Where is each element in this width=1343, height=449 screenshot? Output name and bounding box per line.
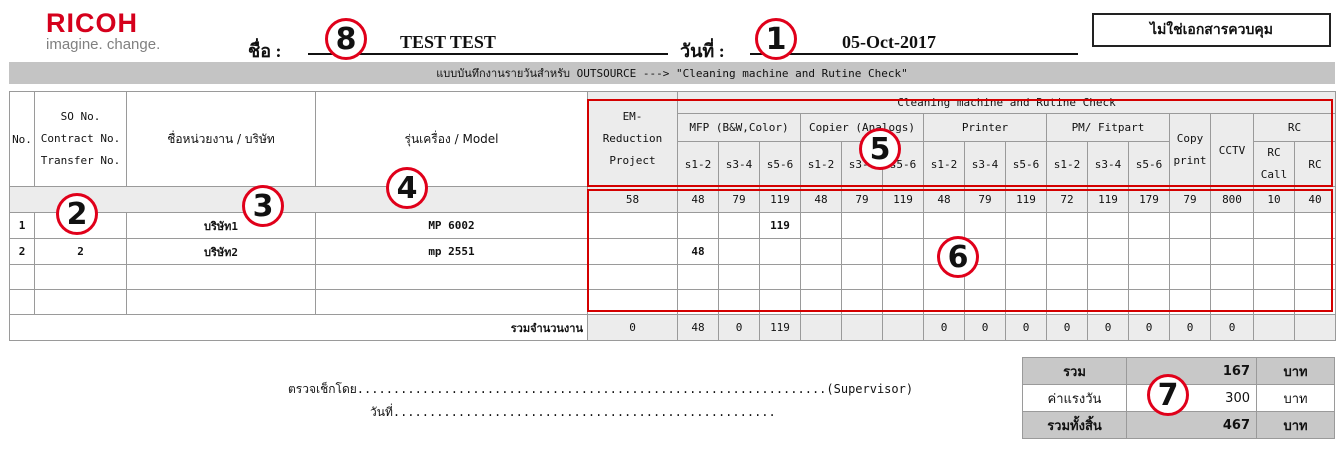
marker-circle-8: 8 <box>325 18 367 60</box>
totals-label: รวมจำนวนงาน <box>9 314 588 341</box>
marker-circle-6: 6 <box>937 236 979 278</box>
total-cell: 0 <box>718 314 760 341</box>
summary-wage-value: 300 <box>1126 384 1257 412</box>
total-cell: 0 <box>1087 314 1129 341</box>
uncontrolled-document-badge: ไม่ใช่เอกสารควบคุม <box>1092 13 1331 47</box>
total-cell: 0 <box>1128 314 1170 341</box>
col-model-header: รุ่นเครื่อง / Model <box>315 91 588 187</box>
summary-grand-unit: บาท <box>1256 411 1335 439</box>
ricoh-logo: RICOH <box>46 8 138 38</box>
row-no: 1 <box>9 212 35 239</box>
name-value: TEST TEST <box>400 32 496 52</box>
name-underline <box>308 53 668 55</box>
total-cell: 0 <box>1169 314 1211 341</box>
marker-circle-4: 4 <box>386 167 428 209</box>
col-no-header: No. <box>9 91 35 187</box>
name-label: ชื่อ : <box>248 41 282 61</box>
date-underline <box>750 53 1078 55</box>
row-company: บริษัท2 <box>126 238 316 265</box>
summary-wage-unit: บาท <box>1256 384 1335 412</box>
total-cell <box>1294 314 1336 341</box>
summary-wage-label: ค่าแรงวัน <box>1022 384 1127 412</box>
col-company-header: ชื่อหน่วยงาน / บริษัท <box>126 91 316 187</box>
total-cell <box>1253 314 1295 341</box>
form-title: แบบบันทึกงานรายวันสำหรับ OUTSOURCE ---> … <box>9 62 1335 84</box>
summary-total-unit: บาท <box>1256 357 1335 385</box>
checked-by-line: ตรวจเช็กโดย.............................… <box>288 382 914 396</box>
summary-grand-label: รวมทั้งสิ้น <box>1022 411 1127 439</box>
marker-circle-1: 1 <box>755 18 797 60</box>
row-model: MP 6002 <box>315 212 588 239</box>
summary-total-label: รวม <box>1022 357 1127 385</box>
row-company: บริษัท1 <box>126 212 316 239</box>
marker-circle-3: 3 <box>242 185 284 227</box>
date-value: 05-Oct-2017 <box>842 32 936 52</box>
total-cell: 119 <box>759 314 801 341</box>
total-cell: 0 <box>964 314 1006 341</box>
marker-circle-7: 7 <box>1147 374 1189 416</box>
totals-row: รวมจำนวนงาน 0 48 0 119 0 0 0 0 0 0 0 0 <box>9 314 1336 341</box>
ricoh-tagline: imagine. change. <box>46 36 161 53</box>
row-model: mp 2551 <box>315 238 588 265</box>
total-cell: 0 <box>923 314 965 341</box>
header-highlight-box <box>587 99 1333 187</box>
total-cell: 0 <box>1046 314 1088 341</box>
marker-circle-5: 5 <box>859 128 901 170</box>
total-cell: 48 <box>677 314 719 341</box>
total-cell <box>841 314 883 341</box>
date-label: วันที่ : <box>680 41 725 61</box>
total-cell <box>882 314 924 341</box>
check-date-line: วันที่..................................… <box>370 405 776 419</box>
total-cell: 0 <box>1210 314 1254 341</box>
col-so-header: SO No. Contract No. Transfer No. <box>34 91 127 187</box>
row-so: 2 <box>34 238 127 265</box>
total-cell: 0 <box>587 314 678 341</box>
total-cell <box>800 314 842 341</box>
marker-circle-2: 2 <box>56 193 98 235</box>
summary-total-value: 167 <box>1126 357 1257 385</box>
total-cell: 0 <box>1005 314 1047 341</box>
summary-grand-value: 467 <box>1126 411 1257 439</box>
row-no: 2 <box>9 238 35 265</box>
